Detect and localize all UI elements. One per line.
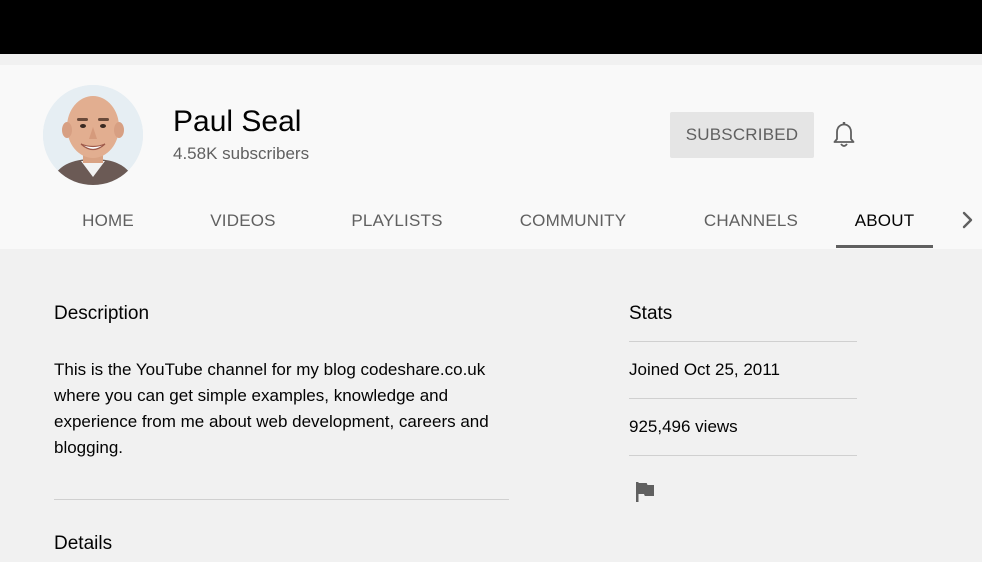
view-count: 925,496 views: [629, 417, 738, 436]
avatar-image: [43, 85, 143, 185]
tab-channels[interactable]: CHANNELS: [692, 196, 810, 248]
stats-divider: [629, 398, 857, 399]
active-tab-indicator: [836, 245, 933, 248]
tab-videos[interactable]: VIDEOS: [197, 196, 289, 248]
stats-divider: [629, 341, 857, 342]
flag-icon[interactable]: [633, 480, 657, 504]
stats-heading: Stats: [629, 303, 673, 324]
description-divider: [54, 499, 509, 500]
joined-date: Joined Oct 25, 2011: [629, 360, 780, 379]
top-bar: [0, 0, 982, 54]
subscribed-button[interactable]: SUBSCRIBED: [670, 112, 814, 158]
channel-name: Paul Seal: [173, 105, 302, 138]
tab-community[interactable]: COMMUNITY: [508, 196, 638, 248]
header-gap: [0, 54, 982, 65]
stats-divider: [629, 455, 857, 456]
details-heading: Details: [54, 533, 113, 554]
tab-home[interactable]: HOME: [64, 196, 152, 248]
tab-playlists[interactable]: PLAYLISTS: [340, 196, 454, 248]
channel-avatar[interactable]: [43, 85, 143, 185]
tab-about[interactable]: ABOUT: [836, 196, 933, 248]
description-heading: Description: [54, 303, 150, 324]
description-text: This is the YouTube channel for my blog …: [54, 360, 489, 457]
subscriber-count: 4.58K subscribers: [173, 144, 310, 163]
bell-icon[interactable]: [831, 121, 857, 149]
chevron-right-icon[interactable]: [958, 208, 978, 232]
